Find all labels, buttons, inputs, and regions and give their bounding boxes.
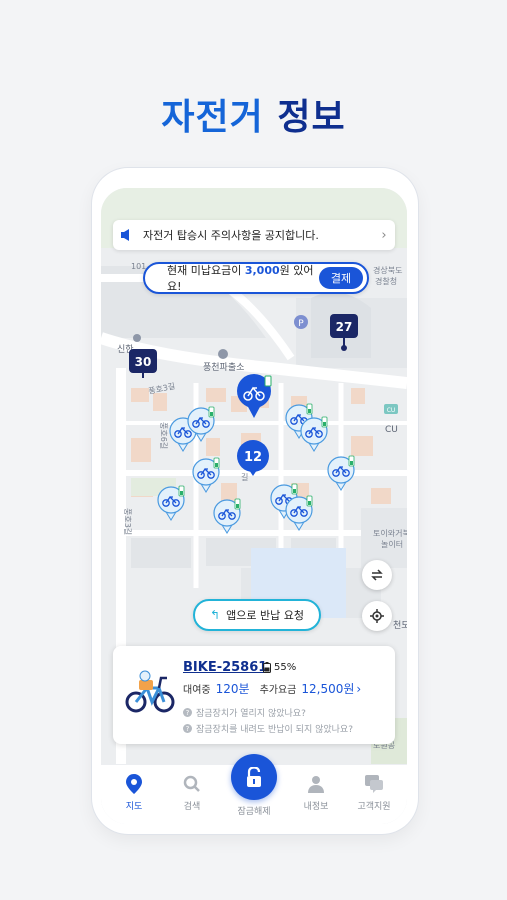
svg-text:30: 30 — [135, 355, 152, 369]
notice-text: 자전거 탑승시 주의사항을 공지합니다. — [143, 229, 319, 242]
svg-text:풍호6길: 풍호6길 — [159, 422, 168, 449]
svg-text:경상북도: 경상북도 — [373, 265, 402, 275]
bank-icon — [133, 334, 141, 342]
pay-button[interactable]: 결제 — [319, 267, 363, 289]
bike-info-card: BIKE-25861 55% 대여중 120분 추가요금 12,500원 › ?… — [113, 646, 395, 744]
lock-open-icon — [247, 767, 261, 787]
unlock-button[interactable] — [231, 754, 277, 800]
crosshair-icon — [370, 609, 384, 623]
svg-text:천도: 천도 — [393, 620, 407, 631]
return-arrow-icon: ↰ — [210, 608, 221, 622]
return-request-button[interactable]: ↰ 앱으로 반납 요청 — [193, 599, 321, 631]
chevron-right-icon: › — [356, 681, 362, 696]
tab-my-info[interactable]: 내정보 — [291, 773, 341, 812]
faq-link[interactable]: ? 잠금장치가 열리지 않았나요? — [183, 706, 306, 719]
app-screen: P CU 101 경상북도 경찰청 신한 풍천파출소 풍호3길 풍호6길 풍호3… — [101, 188, 407, 824]
locate-button[interactable] — [362, 601, 392, 631]
question-icon: ? — [183, 724, 192, 733]
chat-icon — [365, 775, 383, 793]
svg-text:토이와거북: 토이와거북 — [373, 528, 407, 538]
svg-text:길: 길 — [241, 473, 248, 482]
svg-text:27: 27 — [336, 320, 353, 334]
rental-summary: 대여중 120분 추가요금 12,500원 › — [183, 680, 362, 697]
unpaid-message: 현재 미납요금이 3,000원 있어요! — [167, 264, 314, 293]
rent-time: 120분 — [215, 682, 250, 696]
tab-map[interactable]: 지도 — [109, 773, 159, 812]
tab-unlock-label: 잠금해제 — [237, 807, 271, 817]
unpaid-amount: 3,000 — [244, 264, 280, 277]
user-icon — [308, 776, 324, 793]
bike-id[interactable]: BIKE-25861 — [183, 660, 267, 675]
megaphone-icon — [113, 229, 139, 241]
tab-support[interactable]: 고객지원 — [349, 773, 399, 812]
notice-banner[interactable]: 자전거 탑승시 주의사항을 공지합니다. › — [113, 220, 395, 250]
police-icon — [218, 349, 228, 359]
svg-text:12: 12 — [244, 450, 262, 465]
chevron-right-icon: › — [381, 227, 387, 243]
question-icon: ? — [183, 708, 192, 717]
swap-button[interactable] — [362, 560, 392, 590]
map-pin-icon — [126, 774, 142, 794]
swap-icon — [371, 569, 383, 581]
page-title: 자전거 정보 — [161, 97, 346, 138]
tab-search[interactable]: 검색 — [167, 773, 217, 812]
svg-text:CU: CU — [385, 425, 398, 435]
unpaid-fee-banner: 현재 미납요금이 3,000원 있어요! 결제 — [143, 262, 369, 294]
svg-text:놀이터: 놀이터 — [381, 539, 403, 549]
svg-text:풍천파출소: 풍천파출소 — [203, 362, 244, 373]
svg-text:풍호3길: 풍호3길 — [123, 508, 132, 535]
faq-link[interactable]: ? 잠금장치를 내려도 반납이 되지 않았나요? — [183, 722, 353, 735]
extra-fee[interactable]: 12,500원 — [301, 680, 354, 697]
svg-text:P: P — [298, 319, 304, 329]
battery-status: 55% — [263, 662, 296, 673]
svg-text:CU: CU — [387, 407, 396, 414]
svg-text:경찰청: 경찰청 — [375, 276, 397, 286]
bike-illustration-icon — [125, 670, 175, 713]
battery-icon — [263, 662, 271, 673]
search-icon — [183, 775, 200, 792]
